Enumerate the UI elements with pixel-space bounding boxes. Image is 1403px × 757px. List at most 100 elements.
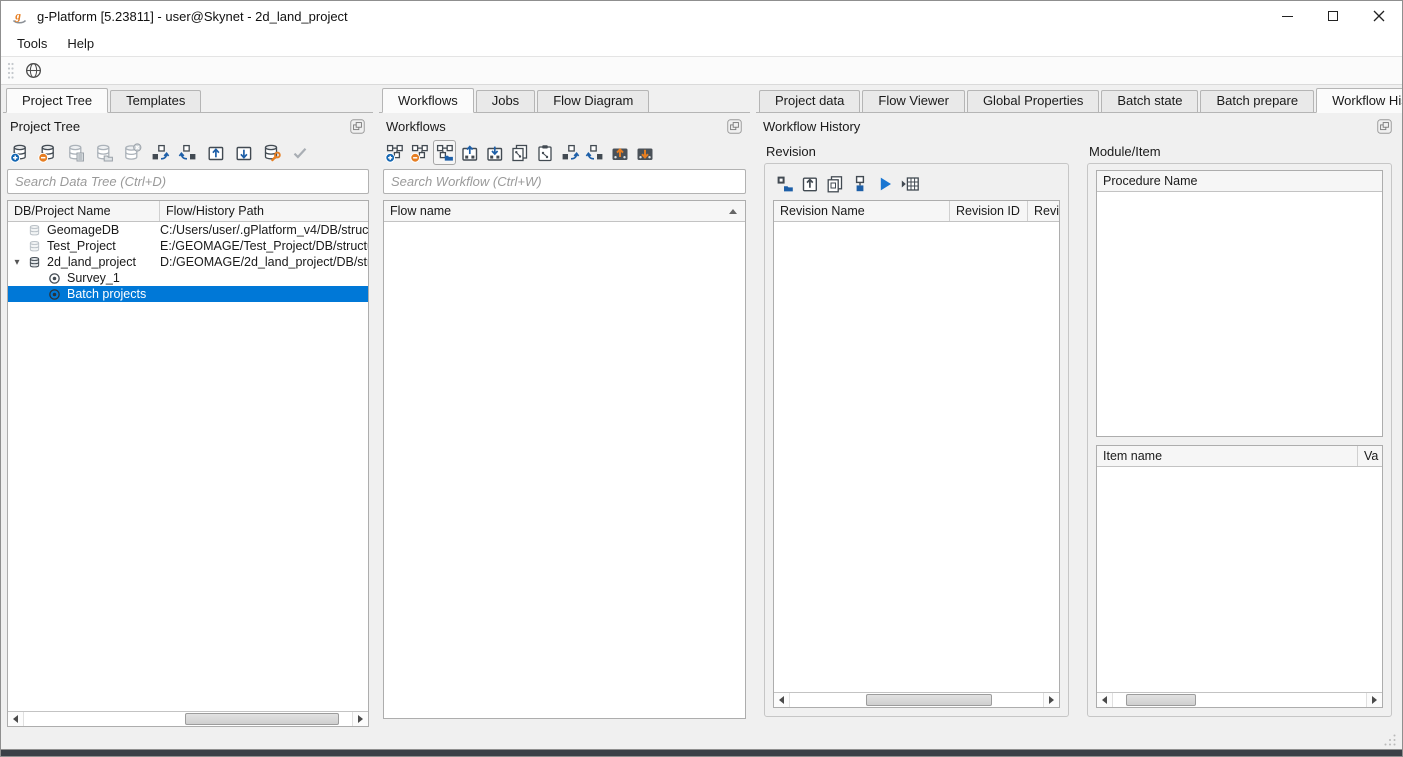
flow-name-table-header: Flow name [384, 201, 745, 222]
tab-workflow-history[interactable]: Workflow History [1316, 88, 1403, 113]
globe-button[interactable] [19, 59, 47, 83]
module-item-groupbox: Procedure Name Item name Va [1087, 163, 1392, 717]
close-icon [1373, 10, 1385, 22]
database-tools-icon [262, 143, 282, 163]
float-panel-button[interactable] [1376, 118, 1393, 135]
scroll-left-button[interactable] [1097, 693, 1113, 707]
column-revision-extra[interactable]: Revi [1028, 201, 1059, 221]
column-item-name[interactable]: Item name [1097, 446, 1358, 466]
tab-flow-diagram[interactable]: Flow Diagram [537, 90, 649, 112]
database-add-button[interactable] [7, 140, 33, 165]
maximize-icon [1328, 11, 1338, 21]
workflow-remove-button[interactable] [408, 140, 431, 165]
column-revision-name[interactable]: Revision Name [774, 201, 950, 221]
tab-batch-prepare[interactable]: Batch prepare [1200, 90, 1314, 112]
revision-label: Revision [764, 141, 1069, 163]
revision-merge-icon [850, 174, 870, 194]
redo-icon [585, 143, 605, 163]
workflow-open-button[interactable] [433, 140, 456, 165]
scroll-left-button[interactable] [8, 712, 24, 726]
database-tools-button[interactable] [259, 140, 285, 165]
import-archive-button[interactable] [203, 140, 229, 165]
database-duplicate-button[interactable] [63, 140, 89, 165]
panel-title: Workflow History [763, 119, 860, 134]
tab-flow-viewer[interactable]: Flow Viewer [862, 90, 965, 112]
tab-project-tree[interactable]: Project Tree [6, 88, 108, 113]
resize-grip[interactable] [1383, 733, 1397, 747]
maximize-button[interactable] [1310, 1, 1356, 31]
menu-help[interactable]: Help [57, 31, 104, 56]
tab-jobs[interactable]: Jobs [476, 90, 535, 112]
tree-row-2d-land-project[interactable]: ▾ 2d_land_project D:/GEOMAGE/2d_land_pro… [8, 254, 368, 270]
float-panel-button[interactable] [349, 118, 366, 135]
workflow-paste-button[interactable] [533, 140, 556, 165]
redo-button[interactable] [175, 140, 201, 165]
database-close-button[interactable] [119, 140, 145, 165]
revision-show-table-button[interactable] [898, 171, 921, 196]
search-data-tree-input[interactable] [7, 169, 369, 194]
item-hscrollbar[interactable] [1097, 692, 1382, 707]
database-remove-icon [38, 143, 58, 163]
revision-toolbar [773, 170, 1060, 197]
export-archive-button[interactable] [231, 140, 257, 165]
column-value[interactable]: Va [1358, 446, 1382, 466]
float-panel-button[interactable] [726, 118, 743, 135]
tree-row-batch-projects[interactable]: Batch projects [8, 286, 368, 302]
tab-workflows[interactable]: Workflows [382, 88, 474, 113]
column-db-project-name[interactable]: DB/Project Name [8, 201, 160, 221]
undo-button[interactable] [147, 140, 173, 165]
tree-row-geomagedb[interactable]: GeomageDB C:/Users/user/.gPlatform_v4/DB… [8, 222, 368, 238]
workflow-update-button[interactable] [633, 140, 656, 165]
undo-button[interactable] [558, 140, 581, 165]
search-workflow-input[interactable] [383, 169, 746, 194]
revision-merge-button[interactable] [848, 171, 871, 196]
scrollbar-thumb[interactable] [185, 713, 339, 725]
validate-check-button[interactable] [287, 140, 313, 165]
float-icon [350, 119, 365, 134]
tab-global-properties[interactable]: Global Properties [967, 90, 1099, 112]
right-dock: Project data Flow Viewer Global Properti… [756, 88, 1400, 729]
svg-text:g: g [14, 10, 21, 22]
tab-batch-state[interactable]: Batch state [1101, 90, 1198, 112]
survey-target-icon [46, 272, 62, 285]
database-add-icon [10, 143, 30, 163]
project-tree-hscrollbar[interactable] [8, 711, 368, 726]
redo-button[interactable] [583, 140, 606, 165]
scroll-left-button[interactable] [774, 693, 790, 707]
column-revision-id[interactable]: Revision ID [950, 201, 1028, 221]
workflow-export-button[interactable] [483, 140, 506, 165]
tree-row-test-project[interactable]: Test_Project E:/GEOMAGE/Test_Project/DB/… [8, 238, 368, 254]
column-flow-history-path[interactable]: Flow/History Path [160, 201, 368, 221]
tree-item-label: 2d_land_project [47, 255, 136, 269]
menu-tools[interactable]: Tools [7, 31, 57, 56]
workflow-copy-button[interactable] [508, 140, 531, 165]
workflow-import-button[interactable] [458, 140, 481, 165]
scrollbar-thumb[interactable] [866, 694, 993, 706]
module-item-label: Module/Item [1087, 141, 1392, 163]
workflow-commit-button[interactable] [608, 140, 631, 165]
export-archive-icon [234, 143, 254, 163]
minimize-button[interactable] [1264, 1, 1310, 31]
menu-bar: Tools Help [1, 31, 1402, 57]
column-flow-name[interactable]: Flow name [384, 201, 745, 221]
database-remove-button[interactable] [35, 140, 61, 165]
toolbar-drag-handle[interactable] [7, 62, 14, 80]
tab-templates[interactable]: Templates [110, 90, 201, 112]
close-button[interactable] [1356, 1, 1402, 31]
expand-arrow-icon[interactable]: ▾ [8, 257, 26, 268]
revision-table-header: Revision Name Revision ID Revi [774, 201, 1059, 222]
scroll-right-button[interactable] [1043, 693, 1059, 707]
revision-run-button[interactable] [873, 171, 896, 196]
revision-open-button[interactable] [773, 171, 796, 196]
revision-import-button[interactable] [798, 171, 821, 196]
column-procedure-name[interactable]: Procedure Name [1097, 171, 1382, 191]
scrollbar-thumb[interactable] [1126, 694, 1197, 706]
workflow-add-button[interactable] [383, 140, 406, 165]
revision-hscrollbar[interactable] [774, 692, 1059, 707]
revision-copy-button[interactable] [823, 171, 846, 196]
tab-project-data[interactable]: Project data [759, 90, 860, 112]
database-open-button[interactable] [91, 140, 117, 165]
scroll-right-button[interactable] [1366, 693, 1382, 707]
tree-row-survey-1[interactable]: Survey_1 [8, 270, 368, 286]
scroll-right-button[interactable] [352, 712, 368, 726]
